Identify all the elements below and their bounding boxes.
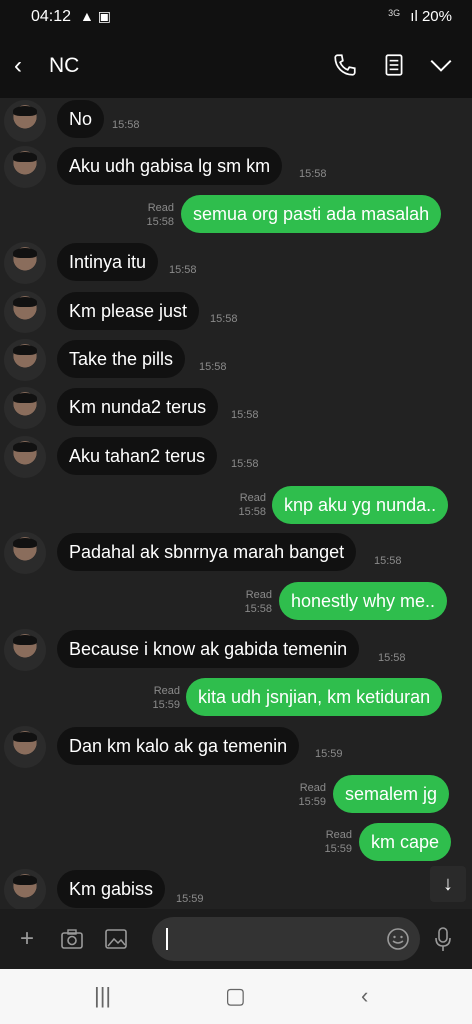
message-time: 15:58 bbox=[299, 168, 327, 180]
message-time: 15:58 bbox=[231, 458, 259, 470]
avatar[interactable] bbox=[4, 100, 46, 142]
message-bubble-incoming[interactable]: Padahal ak sbnrnya marah banget bbox=[57, 533, 357, 571]
avatar[interactable] bbox=[4, 146, 46, 188]
home-icon[interactable]: ▢ bbox=[225, 983, 246, 1009]
status-time: 04:12 bbox=[31, 8, 72, 25]
chat-title[interactable]: NC bbox=[49, 54, 79, 78]
avatar[interactable] bbox=[4, 339, 46, 381]
notes-icon[interactable] bbox=[381, 52, 407, 78]
message-time: 15:58 bbox=[374, 555, 402, 567]
message-time: 15:58 bbox=[231, 409, 259, 421]
scroll-down-button[interactable]: ↓ bbox=[430, 866, 466, 902]
back-nav-icon[interactable]: ‹ bbox=[361, 983, 368, 1009]
message-bubble-incoming[interactable]: Take the pills bbox=[57, 340, 186, 378]
message-time: 15:58 bbox=[238, 506, 266, 518]
status-right: 3G ıl 20% bbox=[388, 8, 452, 25]
avatar[interactable] bbox=[4, 869, 46, 909]
message-bubble-outgoing[interactable]: km cape bbox=[359, 823, 452, 861]
avatar[interactable] bbox=[4, 532, 46, 574]
message-bubble-outgoing[interactable]: knp aku yg nunda.. bbox=[272, 486, 449, 524]
message-time: 15:59 bbox=[152, 699, 180, 711]
message-time: 15:59 bbox=[176, 893, 204, 905]
network-label: 3G bbox=[388, 8, 401, 18]
status-bar: 04:12 ▲ ▣ 3G ıl 20% bbox=[0, 0, 472, 34]
camera-icon[interactable] bbox=[60, 928, 84, 950]
arrow-down-icon: ↓ bbox=[443, 873, 453, 895]
message-bubble-incoming[interactable]: Intinya itu bbox=[57, 243, 159, 281]
avatar[interactable] bbox=[4, 436, 46, 478]
avatar[interactable] bbox=[4, 629, 46, 671]
message-input[interactable] bbox=[152, 917, 420, 961]
avatar[interactable] bbox=[4, 291, 46, 333]
battery-text: 20% bbox=[421, 8, 452, 25]
message-bubble-outgoing[interactable]: semalem jg bbox=[333, 775, 450, 813]
read-receipt: Read 15:59 bbox=[316, 828, 352, 856]
message-time: 15:58 bbox=[378, 652, 406, 664]
message-bubble-outgoing[interactable]: kita udh jsnjian, km ketiduran bbox=[186, 678, 443, 716]
read-label: Read bbox=[325, 829, 352, 841]
read-receipt: Read 15:59 bbox=[144, 684, 180, 712]
message-time: 15:58 bbox=[244, 603, 272, 615]
alert-icon: ▲ ▣ bbox=[80, 8, 111, 24]
message-bubble-incoming[interactable]: No bbox=[57, 100, 105, 138]
read-label: Read bbox=[245, 589, 272, 601]
read-receipt: Read 15:58 bbox=[236, 588, 272, 616]
signal-icon: ıl bbox=[410, 8, 418, 25]
read-receipt: Read 15:59 bbox=[290, 781, 326, 809]
microphone-icon[interactable] bbox=[433, 926, 453, 952]
message-time: 15:58 bbox=[199, 361, 227, 373]
image-icon[interactable] bbox=[104, 928, 128, 950]
recent-apps-icon[interactable]: ||| bbox=[94, 983, 111, 1009]
read-receipt: Read 15:58 bbox=[230, 491, 266, 519]
message-bubble-incoming[interactable]: Km please just bbox=[57, 292, 200, 330]
message-time: 15:58 bbox=[210, 313, 238, 325]
text-cursor bbox=[166, 928, 168, 950]
message-time: 15:58 bbox=[169, 264, 197, 276]
message-bubble-incoming[interactable]: Dan km kalo ak ga temenin bbox=[57, 727, 300, 765]
message-bubble-incoming[interactable]: Because i know ak gabida temenin bbox=[57, 630, 360, 668]
read-label: Read bbox=[239, 492, 266, 504]
read-label: Read bbox=[299, 782, 326, 794]
message-input-bar: + bbox=[0, 909, 472, 969]
message-bubble-incoming[interactable]: Km nunda2 terus bbox=[57, 388, 219, 426]
phone-icon[interactable] bbox=[332, 52, 358, 78]
back-icon[interactable]: ‹ bbox=[14, 52, 22, 80]
avatar[interactable] bbox=[4, 726, 46, 768]
message-time: 15:59 bbox=[324, 843, 352, 855]
message-bubble-incoming[interactable]: Km gabiss bbox=[57, 870, 166, 908]
system-nav-bar: ||| ▢ ‹ bbox=[0, 969, 472, 1024]
message-bubble-incoming[interactable]: Aku udh gabisa lg sm km bbox=[57, 147, 283, 185]
avatar[interactable] bbox=[4, 387, 46, 429]
plus-icon[interactable]: + bbox=[20, 925, 34, 953]
chevron-down-icon[interactable] bbox=[428, 52, 454, 78]
read-receipt: Read 15:58 bbox=[138, 201, 174, 229]
message-time: 15:58 bbox=[112, 119, 140, 131]
message-bubble-outgoing[interactable]: semua org pasti ada masalah bbox=[181, 195, 442, 233]
message-time: 15:59 bbox=[315, 748, 343, 760]
message-time: 15:58 bbox=[146, 216, 174, 228]
message-bubble-outgoing[interactable]: honestly why me.. bbox=[279, 582, 448, 620]
read-label: Read bbox=[153, 685, 180, 697]
message-bubble-incoming[interactable]: Aku tahan2 terus bbox=[57, 437, 218, 475]
chat-header: ‹ NC bbox=[0, 34, 472, 98]
message-list[interactable]: No 15:58 Aku udh gabisa lg sm km 15:58 R… bbox=[0, 98, 472, 909]
read-label: Read bbox=[147, 202, 174, 214]
avatar[interactable] bbox=[4, 242, 46, 284]
emoji-icon[interactable] bbox=[386, 927, 410, 951]
message-time: 15:59 bbox=[298, 796, 326, 808]
